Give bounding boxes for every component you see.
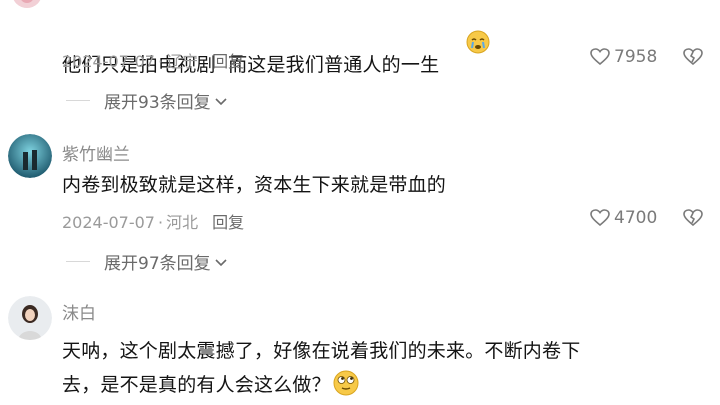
expand-replies-label: 展开97条回复	[104, 254, 211, 274]
chevron-down-icon	[215, 258, 227, 266]
comment-username[interactable]: 紫竹幽兰	[62, 140, 130, 165]
avatar[interactable]	[8, 134, 52, 178]
comment-text: 内卷到极致就是这样，资本生下来就是带血的	[62, 174, 447, 196]
avatar[interactable]	[8, 296, 52, 340]
avatar[interactable]	[12, 0, 42, 8]
divider-line	[66, 261, 90, 262]
like-button[interactable]: 4700	[590, 208, 657, 228]
heart-icon	[590, 48, 610, 66]
like-count: 7958	[614, 47, 658, 67]
rolling-eyes-emoji	[333, 370, 359, 401]
comment-meta: 2024-07-07 · 河北 回复	[62, 209, 244, 233]
comment-date: 2024-07-07	[62, 213, 155, 232]
expand-replies-button[interactable]: 展开97条回复	[66, 249, 229, 274]
comment-location: 辽宁	[166, 52, 199, 71]
comment-text-line: 天呐，这个剧太震撼了，好像在说着我们的未来。不断内卷下	[62, 340, 581, 362]
comment-date: 2024-07-07	[62, 52, 155, 71]
like-count: 4700	[614, 208, 658, 228]
expand-replies-button[interactable]: 展开93条回复	[66, 88, 229, 113]
comment-text-body: 去，是不是真的有人会这么做？	[62, 374, 331, 396]
broken-heart-icon	[683, 48, 703, 66]
comment-location: 河北	[166, 213, 199, 232]
reply-button[interactable]: 回复	[212, 52, 244, 71]
like-button[interactable]: 7958	[590, 47, 657, 67]
dislike-button[interactable]	[682, 209, 704, 231]
comment-username[interactable]: 沫白	[62, 299, 96, 324]
chevron-down-icon	[215, 97, 227, 105]
dislike-button[interactable]	[682, 48, 704, 70]
divider-line	[66, 100, 90, 101]
comment-text-line: 去，是不是真的有人会这么做？	[62, 370, 359, 401]
reply-button[interactable]: 回复	[212, 213, 244, 232]
comment-meta: 2024-07-07 · 辽宁 回复	[62, 48, 244, 72]
expand-replies-label: 展开93条回复	[104, 93, 211, 113]
meta-separator: ·	[157, 52, 164, 71]
meta-separator: ·	[157, 213, 164, 232]
crying-face-emoji	[441, 8, 490, 81]
broken-heart-icon	[683, 209, 703, 227]
heart-icon	[590, 209, 610, 227]
